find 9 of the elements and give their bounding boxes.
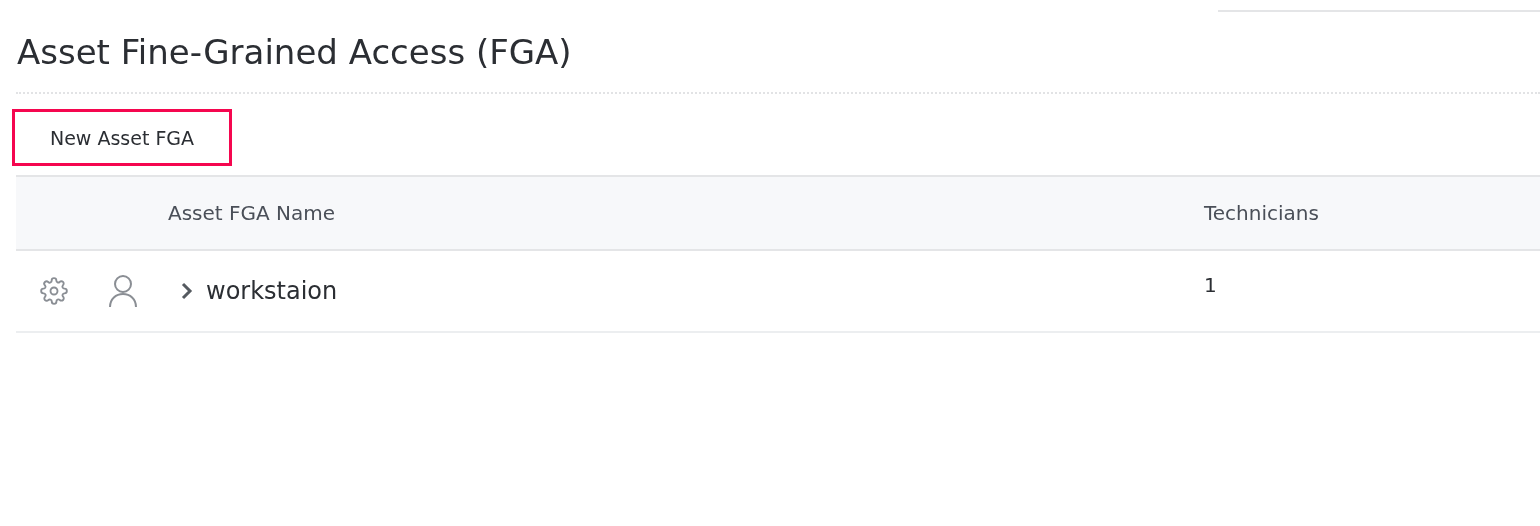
column-header: Asset FGA Name bbox=[168, 201, 337, 225]
fga-name[interactable]: workstaion bbox=[206, 277, 338, 305]
expand-caret-icon[interactable] bbox=[180, 281, 194, 301]
page-title: Asset Fine-Grained Access (FGA) bbox=[17, 31, 573, 74]
user-icon[interactable] bbox=[108, 274, 138, 308]
settings-icon[interactable] bbox=[40, 277, 68, 305]
column-header: Technicians bbox=[1204, 201, 1320, 225]
technicians-count: 1 bbox=[1204, 273, 1218, 297]
new-asset-fga-button[interactable]: New Asset FGA bbox=[12, 109, 232, 166]
